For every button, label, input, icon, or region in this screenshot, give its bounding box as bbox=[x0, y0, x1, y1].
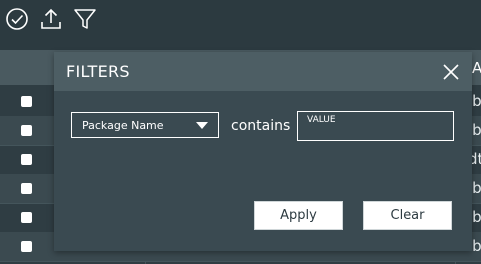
row-checkbox[interactable] bbox=[21, 241, 32, 252]
row-checkbox[interactable] bbox=[21, 183, 32, 194]
operator-label: contains bbox=[231, 118, 291, 134]
column-header[interactable]: A bbox=[472, 59, 481, 77]
row-checkbox[interactable] bbox=[21, 125, 32, 136]
value-input[interactable]: VALUE bbox=[297, 111, 454, 141]
row-checkbox[interactable] bbox=[21, 154, 32, 165]
value-input-placeholder: VALUE bbox=[307, 115, 336, 125]
close-icon[interactable] bbox=[442, 63, 460, 81]
filters-title: FILTERS bbox=[66, 62, 130, 81]
filters-panel-header: FILTERS bbox=[54, 52, 472, 91]
clear-button[interactable]: Clear bbox=[363, 201, 452, 230]
field-select-value: Package Name bbox=[82, 119, 164, 132]
field-select[interactable]: Package Name bbox=[71, 112, 219, 138]
apply-button[interactable]: Apply bbox=[254, 201, 343, 230]
toolbar bbox=[0, 0, 481, 44]
check-circle-icon[interactable] bbox=[4, 6, 30, 32]
upload-icon[interactable] bbox=[38, 6, 64, 32]
row-checkbox[interactable] bbox=[21, 96, 32, 107]
row-checkbox[interactable] bbox=[21, 212, 32, 223]
filter-icon[interactable] bbox=[72, 6, 98, 32]
filters-panel: FILTERS Package Name contains VALUE Appl… bbox=[54, 52, 472, 251]
chevron-down-icon bbox=[196, 122, 208, 129]
